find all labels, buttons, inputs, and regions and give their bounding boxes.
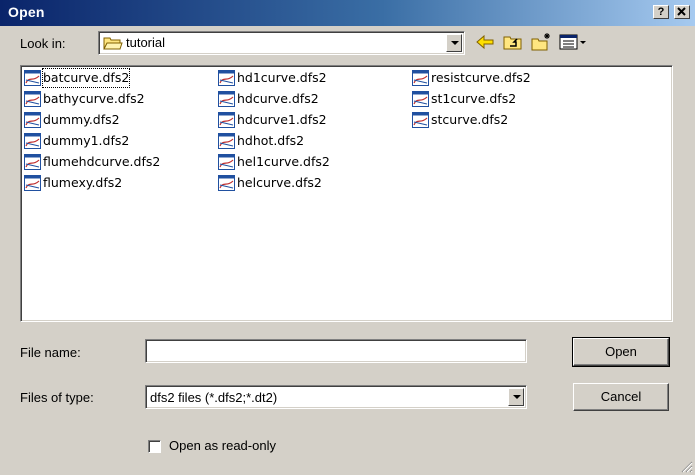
view-menu-icon xyxy=(559,34,586,50)
dfs2-file-icon xyxy=(24,112,41,128)
open-button[interactable]: Open xyxy=(572,337,670,367)
look-in-dropdown-button[interactable] xyxy=(446,34,462,52)
close-button[interactable] xyxy=(674,5,690,19)
dfs2-file-icon xyxy=(218,112,235,128)
up-folder-button[interactable] xyxy=(502,31,524,53)
view-menu-button[interactable] xyxy=(558,31,588,53)
file-item-label: bathycurve.dfs2 xyxy=(43,91,145,106)
file-item-label: hdhot.dfs2 xyxy=(237,133,305,148)
file-item-label: st1curve.dfs2 xyxy=(431,91,517,106)
title-bar[interactable]: Open ? xyxy=(0,0,695,26)
dfs2-file-icon xyxy=(412,70,429,86)
file-list[interactable]: batcurve.dfs2 bathycurve.dfs2 dummy.dfs2 du… xyxy=(20,65,673,322)
file-item-label: flumexy.dfs2 xyxy=(43,175,123,190)
dfs2-file-icon xyxy=(218,154,235,170)
back-button[interactable] xyxy=(474,31,496,53)
file-item-label: hd1curve.dfs2 xyxy=(237,70,327,85)
file-item-label: batcurve.dfs2 xyxy=(41,68,131,88)
dfs2-file-icon xyxy=(24,91,41,107)
dfs2-file-icon xyxy=(218,70,235,86)
dfs2-file-icon xyxy=(24,133,41,149)
file-item-label: dummy.dfs2 xyxy=(43,112,120,127)
dfs2-file-icon xyxy=(218,133,235,149)
look-in-label: Look in: xyxy=(20,36,66,51)
dfs2-file-icon xyxy=(24,154,41,170)
file-item-label: hdcurve.dfs2 xyxy=(237,91,319,106)
files-of-type-value: dfs2 files (*.dfs2;*.dt2) xyxy=(150,390,278,405)
file-item-label: dummy1.dfs2 xyxy=(43,133,130,148)
back-arrow-icon xyxy=(476,34,494,50)
dfs2-file-icon xyxy=(412,91,429,107)
files-of-type-dropdown-button[interactable] xyxy=(508,388,524,406)
files-of-type-label: Files of type: xyxy=(20,390,94,405)
file-item-label: hdcurve1.dfs2 xyxy=(237,112,327,127)
file-item-label: resistcurve.dfs2 xyxy=(431,70,531,85)
look-in-value: tutorial xyxy=(126,35,166,50)
help-button[interactable]: ? xyxy=(653,5,669,19)
up-folder-icon xyxy=(503,36,522,50)
close-icon xyxy=(677,7,686,16)
read-only-label[interactable]: Open as read-only xyxy=(169,438,276,453)
look-in-dropdown[interactable]: tutorial xyxy=(98,31,465,55)
file-name-label: File name: xyxy=(20,345,81,360)
folder-open-icon xyxy=(103,37,123,50)
open-dialog: Open ? Look in: tutorial batcurve.dfs2 b… xyxy=(0,0,695,475)
read-only-checkbox[interactable] xyxy=(148,440,161,453)
cancel-button[interactable]: Cancel xyxy=(573,383,669,411)
file-name-input[interactable] xyxy=(145,339,527,363)
new-folder-button[interactable] xyxy=(530,31,552,53)
file-item-label: flumehdcurve.dfs2 xyxy=(43,154,161,169)
dfs2-file-icon xyxy=(218,91,235,107)
file-item-label: hel1curve.dfs2 xyxy=(237,154,330,169)
dialog-title: Open xyxy=(8,4,45,20)
dfs2-file-icon xyxy=(218,175,235,191)
dfs2-file-icon xyxy=(412,112,429,128)
dfs2-file-icon xyxy=(24,70,41,86)
new-folder-icon xyxy=(531,33,550,51)
dfs2-file-icon xyxy=(24,175,41,191)
resize-grip-icon[interactable] xyxy=(681,461,693,473)
file-item-label: stcurve.dfs2 xyxy=(431,112,509,127)
file-item-label: helcurve.dfs2 xyxy=(237,175,322,190)
files-of-type-dropdown[interactable]: dfs2 files (*.dfs2;*.dt2) xyxy=(145,385,527,409)
